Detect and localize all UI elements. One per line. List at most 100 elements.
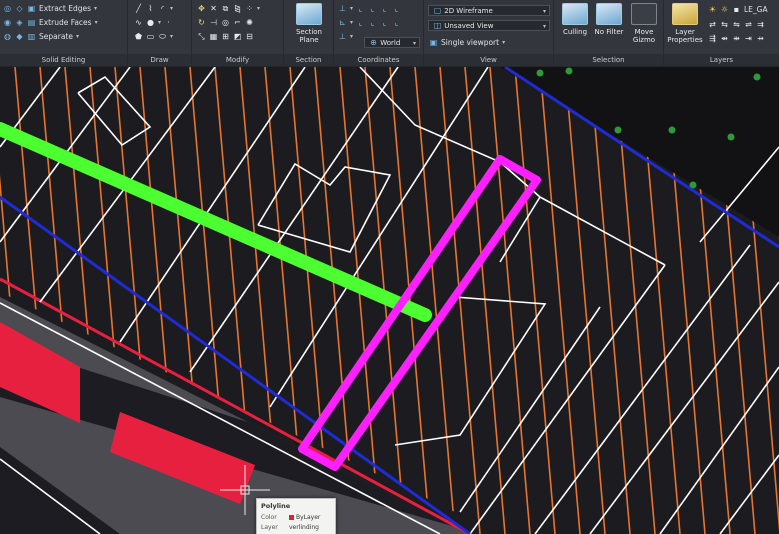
ucs-3point-icon[interactable]: ⊾: [338, 18, 347, 27]
intersect-icon[interactable]: ◍: [3, 32, 12, 41]
ucs-y-icon[interactable]: ⌞: [368, 18, 377, 27]
point-marker: [753, 73, 761, 81]
layer-thaw-icon[interactable]: ⇥: [744, 34, 753, 43]
interfere-icon[interactable]: ◆: [15, 32, 24, 41]
ucs-view-icon[interactable]: ⌞: [392, 18, 401, 27]
circle-caret[interactable]: ▾: [158, 19, 161, 26]
separate-caret[interactable]: ▾: [76, 33, 79, 40]
rotate-icon[interactable]: ↻: [197, 18, 206, 27]
layer-isolate-icon[interactable]: ⇋: [732, 20, 741, 29]
ellipse-caret[interactable]: ▾: [170, 33, 173, 40]
separate-icon[interactable]: ▥: [27, 32, 36, 41]
layer-merge-icon[interactable]: ⇴: [720, 34, 729, 43]
current-layer-value[interactable]: LE_GA: [744, 5, 768, 14]
autocad-window: ◎ ◇ ▣ Extract Edges ▾ ◉ ◈ ▤ Extrude Face…: [0, 0, 779, 534]
stretch-icon[interactable]: ⤡: [197, 32, 206, 41]
panel-coordinates: ⊥ ▾ ⌞ ⌞ ⌞ ⌞ ⊾ ▾ ⌞ ⌞ ⌞ ⌞ ⊥ ▾ ⊕ World ▾ Co…: [334, 0, 424, 66]
panel-title-modify[interactable]: Modify: [192, 54, 283, 66]
ucs-world-icon[interactable]: ⌞: [356, 4, 365, 13]
named-view-dropdown[interactable]: ◫ Unsaved View ▾: [428, 20, 550, 31]
extract-edges-caret[interactable]: ▾: [94, 5, 97, 12]
ucs-previous-icon[interactable]: ⌞: [368, 4, 377, 13]
join-icon[interactable]: ⊞: [221, 32, 230, 41]
layer-unisolate-icon[interactable]: ⇌: [744, 20, 753, 29]
layer-off-icon[interactable]: ⇉: [756, 20, 765, 29]
arc-caret[interactable]: ▾: [170, 5, 173, 12]
scale-icon[interactable]: ▦: [209, 32, 218, 41]
erase-icon[interactable]: ✕: [209, 4, 218, 13]
extrude-faces-icon[interactable]: ▤: [27, 18, 36, 27]
polyline-icon[interactable]: ⌇: [146, 4, 155, 13]
layer-freeze-icon[interactable]: ☼: [720, 5, 729, 14]
panel-title-layers[interactable]: Layers: [664, 54, 779, 66]
visual-style-value: 2D Wireframe: [444, 7, 493, 15]
visual-style-dropdown[interactable]: ▢ 2D Wireframe ▾: [428, 5, 550, 16]
ucs-caret[interactable]: ▾: [350, 5, 353, 12]
panel-title-draw[interactable]: Draw: [128, 54, 191, 66]
extract-edges-button[interactable]: Extract Edges: [39, 4, 91, 13]
union-icon[interactable]: ◎: [3, 4, 12, 13]
ucs-icon[interactable]: ⊥: [338, 4, 347, 13]
drawing-canvas[interactable]: [0, 67, 779, 534]
panel-title-selection[interactable]: Selection: [554, 54, 663, 66]
ucs-z-icon[interactable]: ⌞: [380, 18, 389, 27]
ucs-dropdown[interactable]: ⊕ World ▾: [364, 37, 420, 48]
copy-icon[interactable]: ⧉: [221, 4, 230, 13]
layer-properties-label-2: Properties: [667, 36, 703, 44]
move-gizmo-button[interactable]: Move Gizmo: [625, 3, 663, 53]
ucs-object-icon[interactable]: ⌞: [392, 4, 401, 13]
layer-previous-icon[interactable]: ⇆: [720, 20, 729, 29]
chamfer-icon[interactable]: ◩: [233, 32, 242, 41]
viewport-config-button[interactable]: ▣ Single viewport ▾: [429, 38, 505, 47]
ucs-3point-caret[interactable]: ▾: [350, 19, 353, 26]
polygon-icon[interactable]: ⬟: [134, 32, 143, 41]
line-icon[interactable]: ╱: [134, 4, 143, 13]
separate-button[interactable]: Separate: [39, 32, 73, 41]
no-filter-button[interactable]: No Filter: [590, 3, 628, 53]
layer-lock-icon[interactable]: ▪: [732, 5, 741, 14]
trim-icon[interactable]: ⊣: [209, 18, 218, 27]
edges-icon[interactable]: ◇: [15, 4, 24, 13]
layer-delete-icon[interactable]: ⇻: [732, 34, 741, 43]
ucs-x-icon[interactable]: ⌞: [356, 18, 365, 27]
ellipse-icon[interactable]: ⬭: [158, 32, 167, 41]
explode-icon[interactable]: ✺: [245, 18, 254, 27]
panel-title-coordinates[interactable]: Coordinates: [334, 54, 423, 66]
wireframe-icon: ▢: [433, 6, 442, 15]
arc-icon[interactable]: ◜: [158, 4, 167, 13]
offset-icon[interactable]: ◎: [221, 18, 230, 27]
mirror-icon[interactable]: ⧎: [233, 4, 242, 13]
extrude-faces-button[interactable]: Extrude Faces: [39, 18, 92, 27]
layer-match-icon[interactable]: ⇄: [708, 20, 717, 29]
ucs-named-icon[interactable]: ⊥: [338, 32, 347, 41]
layer-unlock-icon[interactable]: ⇸: [756, 34, 765, 43]
point-icon[interactable]: ·: [164, 18, 173, 27]
extrude-faces-caret[interactable]: ▾: [95, 19, 98, 26]
ucs-named-caret[interactable]: ▾: [350, 33, 353, 40]
section-plane-button[interactable]: Section Plane: [290, 3, 328, 53]
align-icon[interactable]: ⊟: [245, 32, 254, 41]
culling-button[interactable]: Culling: [556, 3, 594, 53]
color-swatch: [289, 515, 294, 520]
panel-title-solid-editing[interactable]: Solid Editing: [0, 54, 127, 66]
ucs-face-icon[interactable]: ⌞: [380, 4, 389, 13]
culling-icon: [562, 3, 588, 25]
panel-title-view[interactable]: View: [424, 54, 553, 66]
spline-icon[interactable]: ∿: [134, 18, 143, 27]
fillet-icon[interactable]: ⌐: [233, 18, 242, 27]
no-filter-label: No Filter: [594, 28, 624, 36]
slice-icon[interactable]: ◈: [15, 18, 24, 27]
panel-title-section[interactable]: Section: [284, 54, 333, 66]
array-caret[interactable]: ▾: [257, 5, 260, 12]
layer-properties-button[interactable]: Layer Properties: [666, 3, 704, 53]
array-icon[interactable]: ⁘: [245, 4, 254, 13]
subtract-icon[interactable]: ◉: [3, 18, 12, 27]
circle-icon[interactable]: ●: [146, 18, 155, 27]
move-icon[interactable]: ✥: [197, 4, 206, 13]
layer-walk-icon[interactable]: ⇶: [708, 34, 717, 43]
extract-edges-icon[interactable]: ▣: [27, 4, 36, 13]
point-marker: [668, 126, 676, 134]
move-gizmo-label-2: Gizmo: [632, 36, 656, 44]
rectangle-icon[interactable]: ▭: [146, 32, 155, 41]
layer-on-icon[interactable]: ☀: [708, 5, 717, 14]
